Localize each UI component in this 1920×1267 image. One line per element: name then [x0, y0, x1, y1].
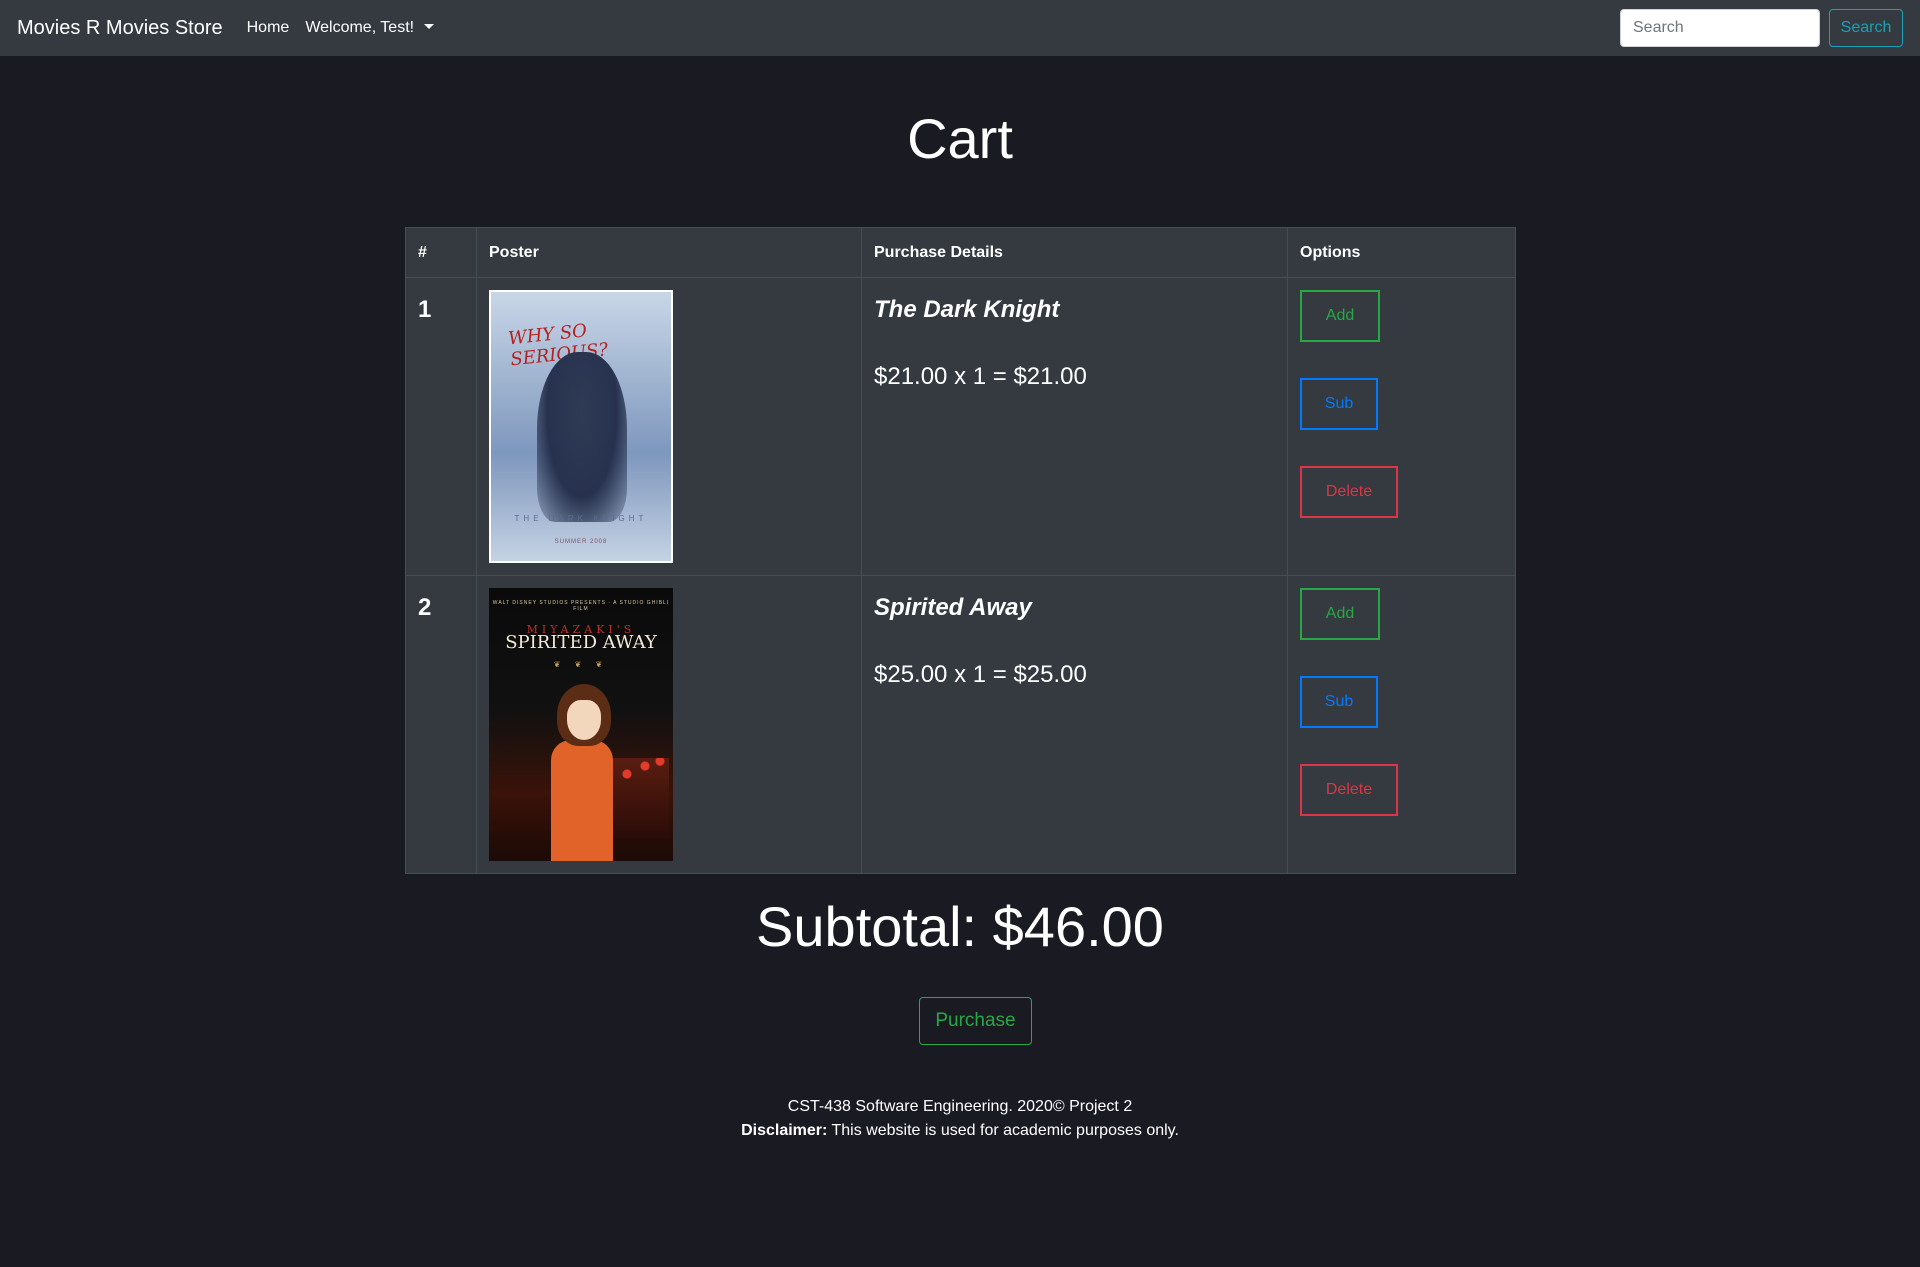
movie-poster-image: WHY SO SERIOUS? THE DARK KNIGHT SUMMER 2…: [489, 290, 673, 563]
table-row: 1 WHY SO SERIOUS? THE DARK KNIGHT SUMMER…: [405, 277, 1516, 576]
brand-link[interactable]: Movies R Movies Store: [17, 17, 223, 40]
search-input[interactable]: [1620, 9, 1820, 47]
row-number: 2: [418, 594, 432, 621]
sub-button[interactable]: Sub: [1300, 378, 1378, 430]
footer-disclaimer: Disclaimer: This website is used for aca…: [0, 1119, 1920, 1143]
delete-button[interactable]: Delete: [1300, 466, 1398, 518]
user-dropdown[interactable]: Welcome, Test!: [305, 19, 435, 37]
delete-button[interactable]: Delete: [1300, 764, 1398, 816]
table-row: 2 WALT DISNEY STUDIOS PRESENTS · A STUDI…: [405, 575, 1516, 874]
price-line: $25.00 x 1 = $25.00: [874, 661, 1087, 688]
search-form: Search: [1620, 9, 1903, 47]
add-button[interactable]: Add: [1300, 290, 1380, 342]
user-dropdown-label: Welcome, Test!: [305, 19, 415, 36]
sub-button[interactable]: Sub: [1300, 676, 1378, 728]
disclaimer-label: Disclaimer:: [741, 1122, 828, 1139]
poster-date-text: SUMMER 2008: [554, 539, 608, 545]
column-header-number: #: [405, 227, 477, 278]
footer-copyright: CST-438 Software Engineering. 2020© Proj…: [787, 1098, 1133, 1115]
column-header-details: Purchase Details: [861, 227, 1288, 278]
poster-top-text: WALT DISNEY STUDIOS PRESENTS · A STUDIO …: [492, 600, 670, 612]
movie-title: Spirited Away: [874, 594, 1032, 621]
caret-down-icon: [424, 24, 435, 29]
column-header-poster: Poster: [476, 227, 862, 278]
purchase-button[interactable]: Purchase: [919, 997, 1032, 1045]
laurels-icon: ❦ ❦ ❦: [553, 660, 609, 669]
movie-poster-image: WALT DISNEY STUDIOS PRESENTS · A STUDIO …: [489, 588, 673, 861]
price-line: $21.00 x 1 = $21.00: [874, 363, 1087, 390]
search-button[interactable]: Search: [1829, 9, 1903, 47]
poster-footer-text: THE DARK KNIGHT: [514, 514, 648, 523]
add-button[interactable]: Add: [1300, 588, 1380, 640]
subtotal: Subtotal: $46.00: [756, 895, 1164, 958]
poster-figure-body: [551, 740, 613, 861]
column-header-options: Options: [1287, 227, 1516, 278]
cart-table: # Poster Purchase Details Options 1 WHY …: [405, 227, 1516, 874]
page-title: Cart: [907, 107, 1013, 170]
poster-figure: [537, 352, 627, 522]
nav-home-link[interactable]: Home: [247, 19, 290, 37]
navbar: Movies R Movies Store Home Welcome, Test…: [0, 0, 1920, 56]
disclaimer-text: This website is used for academic purpos…: [827, 1122, 1179, 1139]
table-header-row: # Poster Purchase Details Options: [405, 227, 1516, 278]
poster-lanterns: [609, 758, 669, 838]
footer: CST-438 Software Engineering. 2020© Proj…: [0, 1095, 1920, 1143]
poster-title-text: SPIRITED AWAY: [505, 632, 657, 653]
row-number: 1: [418, 296, 432, 323]
movie-title: The Dark Knight: [874, 296, 1060, 323]
poster-figure-face: [567, 700, 601, 740]
